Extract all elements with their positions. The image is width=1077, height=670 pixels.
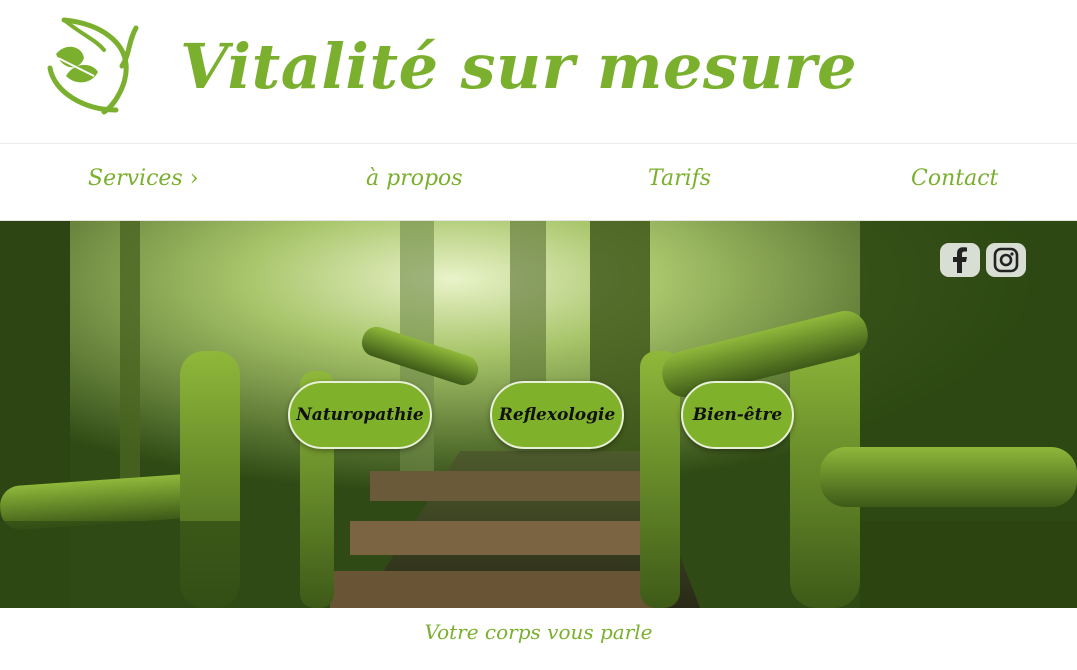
leaf-logo-icon[interactable] (44, 14, 140, 118)
bien-etre-button[interactable]: Bien-être (681, 381, 794, 449)
instagram-icon[interactable] (986, 243, 1026, 277)
site-header: Vitalité sur mesure (0, 0, 1077, 143)
chevron-right-icon: › (189, 166, 199, 191)
nav-item-tarifs[interactable]: Tarifs (648, 166, 711, 191)
facebook-icon[interactable] (940, 243, 980, 277)
hero-banner: Naturopathie Reflexologie Bien-être (0, 221, 1077, 608)
nav-item-label: Services (88, 166, 183, 191)
main-nav: Services › à propos Tarifs Contact (0, 143, 1077, 221)
naturopathie-button[interactable]: Naturopathie (288, 381, 432, 449)
nav-item-services[interactable]: Services › (88, 166, 199, 191)
site-title[interactable]: Vitalité sur mesure (180, 30, 857, 103)
nav-item-contact[interactable]: Contact (911, 166, 998, 191)
reflexologie-button[interactable]: Reflexologie (490, 381, 624, 449)
nav-item-a-propos[interactable]: à propos (366, 166, 463, 191)
tagline: Votre corps vous parle (424, 620, 653, 644)
